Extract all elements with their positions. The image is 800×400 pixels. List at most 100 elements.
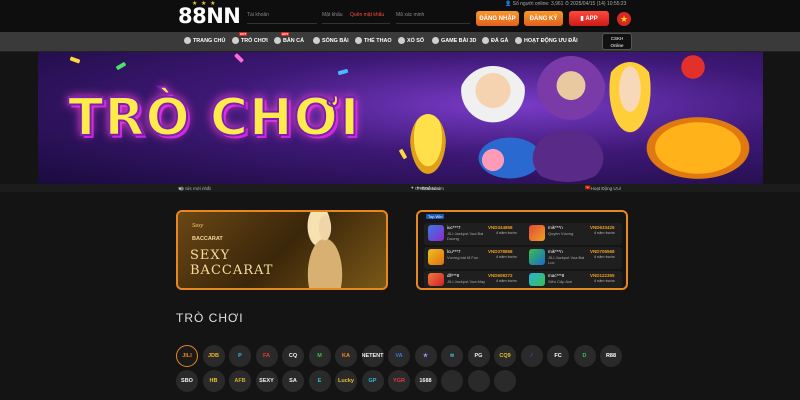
provider-logo[interactable]: YGR (388, 370, 410, 392)
winner-row: lcu***7 Vương bài tổ Fun VND378858 4 năm… (424, 247, 622, 269)
game-thumbnail-icon[interactable] (428, 249, 444, 265)
game-thumbnail-icon[interactable] (529, 273, 545, 286)
gorilla-body (523, 122, 613, 182)
hero-banner[interactable]: TRÒ CHƠI (38, 52, 763, 184)
customer-support-button[interactable]: CSKH Online (602, 33, 632, 50)
game-thumbnail-icon[interactable] (428, 273, 444, 286)
provider-logo[interactable]: M (308, 345, 331, 367)
provider-logo[interactable]: ≋ (441, 345, 463, 367)
lottery-icon (398, 37, 405, 44)
provider-logo[interactable]: VA (388, 345, 410, 367)
fish-icon (274, 37, 281, 44)
confetti-decoration (69, 56, 81, 64)
provider-logo[interactable]: GP (361, 370, 384, 392)
nav-label: XỔ SỐ (407, 37, 425, 44)
game-thumbnail-icon[interactable] (529, 249, 545, 265)
winner-game: JILI Jackpot Vua Bai Duong (447, 231, 484, 241)
winners-tab[interactable]: Top Win (426, 214, 445, 219)
nav-lottery[interactable]: XỔ SỐ (398, 37, 424, 44)
nav-home[interactable]: TRANG CHỦ (184, 37, 225, 44)
provider-logo[interactable] (441, 370, 463, 392)
winner-amount: VND122355 (590, 273, 615, 278)
promo-brand: Sexy (192, 223, 204, 229)
provider-logo[interactable]: JDB (202, 345, 225, 367)
promo-brand-sub: BACCARAT (192, 236, 223, 242)
provider-logo[interactable]: P (229, 345, 251, 367)
datetime: ⏱ 2025/04/15 (14) 10:55:23 (565, 1, 627, 7)
provider-logo[interactable]: D (573, 345, 596, 367)
games-section-title: TRÒ CHƠI (176, 311, 244, 325)
provider-logo[interactable]: CQ9 (494, 345, 516, 367)
vietnam-flag-icon[interactable]: ★ (617, 12, 631, 26)
app-download-button[interactable]: ▮ APP (569, 11, 609, 26)
login-button[interactable]: ĐĂNG NHẬP (476, 11, 519, 26)
wizard-character (458, 66, 528, 136)
nav-3d-cards[interactable]: GAME BÀI 3D (432, 37, 476, 44)
datetime-text: 2025/04/15 (14) 10:55:23 (570, 1, 627, 7)
nav-games[interactable]: HOT TRÒ CHƠI (232, 32, 268, 44)
sexy-baccarat-card[interactable]: Sexy BACCARAT SEXY BACCARAT (176, 210, 388, 290)
piggy-bank-icon (478, 147, 508, 173)
provider-logo[interactable]: SBO (176, 370, 198, 392)
provider-logo[interactable]: ★ (414, 345, 437, 367)
register-button[interactable]: ĐĂNG KÝ (524, 11, 563, 26)
provider-logo[interactable]: HB (202, 370, 225, 392)
nav-cockfight[interactable]: ĐÁ GÀ (482, 37, 508, 44)
nav-sports[interactable]: THỂ THAO (355, 37, 392, 44)
winner-game: Vương bài tổ Fun (447, 255, 479, 260)
promo-model-image (295, 212, 355, 288)
winner-name: lcu***7 (447, 249, 461, 254)
rooster-icon (482, 37, 489, 44)
nav-label: BẮN CÁ (283, 37, 304, 44)
username-field[interactable]: Tài khoản (247, 12, 317, 24)
slot-icon (232, 37, 239, 44)
gorilla-character (536, 56, 606, 130)
soccer-icon (355, 37, 362, 44)
banana-character (410, 114, 446, 174)
casino-icon (313, 37, 320, 44)
provider-logo[interactable]: SA (282, 370, 304, 392)
support-line2: Online (610, 43, 624, 48)
provider-logo[interactable]: CQ (282, 345, 304, 367)
site-logo[interactable]: 88NN (178, 4, 241, 28)
winner-amount: VND705568 (590, 249, 615, 254)
app-label: APP (585, 15, 598, 22)
url-2[interactable]: 8n8n.com (424, 186, 444, 191)
nav-label: TRANG CHỦ (193, 37, 226, 44)
provider-logo[interactable]: KA (335, 345, 357, 367)
nav-label: TRÒ CHƠI (241, 37, 268, 44)
winner-row: dll***8 JILI Jackpot Vua May VND608272 4… (424, 271, 622, 288)
support-line1: CSKH (610, 36, 624, 41)
provider-logo[interactable]: AFB (229, 370, 251, 392)
provider-logo[interactable]: FA (255, 345, 278, 367)
provider-logo[interactable]: R88 (600, 345, 622, 367)
provider-logo[interactable]: ⁄ (520, 345, 543, 367)
captcha-field[interactable]: Mã xác minh (396, 12, 470, 24)
nav-label: SÒNG BÀI (322, 37, 349, 44)
nav-promotions[interactable]: HOẠT ĐỘNG ƯU ĐÃI (515, 37, 578, 44)
provider-logo[interactable]: NETENT (361, 345, 384, 367)
gift-icon (515, 37, 522, 44)
game-thumbnail-icon[interactable] (428, 225, 444, 241)
nav-casino[interactable]: SÒNG BÀI (313, 37, 349, 44)
provider-logo[interactable]: 1688 (414, 370, 437, 392)
provider-logo[interactable] (467, 370, 490, 392)
game-thumbnail-icon[interactable] (529, 225, 545, 241)
winner-time: 4 năm trước (594, 231, 615, 235)
winner-time: 4 năm trước (496, 231, 517, 235)
winner-time: 4 năm trước (594, 279, 615, 283)
provider-logo[interactable]: FC (547, 345, 569, 367)
provider-logo[interactable] (494, 370, 516, 392)
provider-logo[interactable]: PG (467, 345, 490, 367)
provider-logo[interactable]: SEXY (255, 370, 278, 392)
partner-label: Hoạt Động Ưu! (590, 186, 621, 191)
winner-name: iuc***7 (447, 225, 461, 230)
nav-fishing[interactable]: HOT BẮN CÁ (274, 32, 304, 44)
provider-logo[interactable]: Lucky (335, 370, 357, 392)
winner-amount: VND608272 (488, 273, 513, 278)
forgot-password-link[interactable]: Quên mật khẩu (350, 12, 390, 24)
winner-time: 4 năm trước (496, 279, 517, 283)
provider-logo[interactable]: JILI (176, 345, 198, 367)
provider-logo[interactable]: E (308, 370, 331, 392)
winner-time: 4 năm trước (496, 255, 517, 259)
